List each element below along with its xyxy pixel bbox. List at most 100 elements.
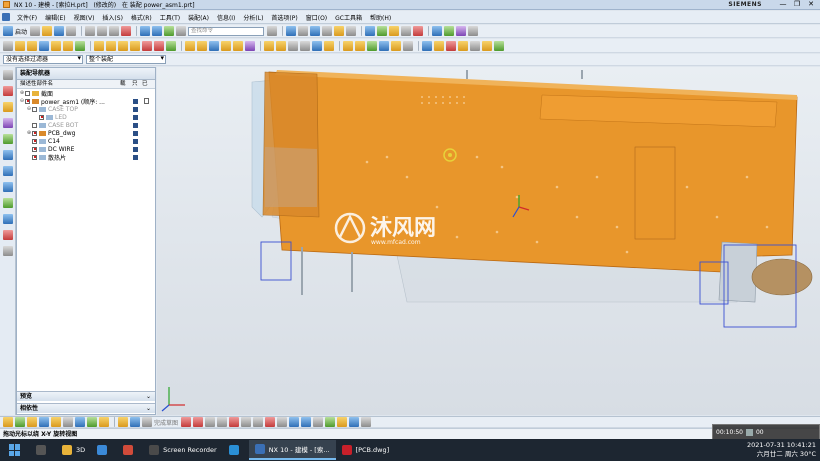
chamfer-icon[interactable] xyxy=(277,417,288,427)
system-scenes-tab-icon[interactable] xyxy=(3,246,13,256)
tree-row[interactable]: LED xyxy=(17,113,155,121)
copy-icon[interactable] xyxy=(97,26,108,36)
paste-icon[interactable] xyxy=(109,26,120,36)
start-button-label[interactable]: 启动 xyxy=(15,27,27,36)
pocket-icon[interactable] xyxy=(63,40,73,51)
visibility-checkbox[interactable] xyxy=(25,98,30,104)
new-file-icon[interactable] xyxy=(30,26,41,36)
start-icon[interactable] xyxy=(3,26,13,36)
make-corner-icon[interactable] xyxy=(253,417,264,427)
unite-icon[interactable] xyxy=(142,40,152,51)
visibility-checkbox[interactable] xyxy=(39,114,44,120)
history-tab-icon[interactable] xyxy=(3,182,13,192)
resize-blend-icon[interactable] xyxy=(470,40,480,51)
constraint-navigator-tab-icon[interactable] xyxy=(3,118,13,128)
selection-scope-dropdown[interactable]: 整个装配 xyxy=(86,55,166,64)
visibility-checkbox[interactable] xyxy=(25,90,30,96)
exploded-view-icon[interactable] xyxy=(391,40,401,51)
command-search-input[interactable]: 查找命令 xyxy=(188,26,265,36)
project-curve-icon[interactable] xyxy=(39,417,49,427)
geometric-constraints-icon[interactable] xyxy=(313,417,324,427)
menu-window[interactable]: 窗口(O) xyxy=(302,13,331,22)
pan-icon[interactable] xyxy=(322,26,333,36)
sketch-icon[interactable] xyxy=(3,40,13,51)
column-header-loaded[interactable]: 载 xyxy=(117,80,129,88)
redo-icon[interactable] xyxy=(152,26,163,36)
spline-icon[interactable] xyxy=(87,417,97,427)
system-materials-tab-icon[interactable] xyxy=(3,198,13,208)
menu-format[interactable]: 格式(R) xyxy=(127,13,156,22)
mirror-feature-icon[interactable] xyxy=(245,40,255,51)
taskbar-app-4[interactable] xyxy=(223,440,249,460)
tree-row[interactable]: DC WIRE xyxy=(17,145,155,153)
mirror-assembly-icon[interactable] xyxy=(379,40,389,51)
sphere-icon[interactable] xyxy=(130,40,140,51)
menu-insert[interactable]: 插入(S) xyxy=(98,13,127,22)
tree-row[interactable]: C14 xyxy=(17,137,155,145)
draft-icon[interactable] xyxy=(221,40,231,51)
circle-icon[interactable] xyxy=(205,417,216,427)
part-navigator-tab-icon[interactable] xyxy=(3,102,13,112)
column-header-name[interactable]: 描述性部件名 xyxy=(17,80,117,88)
visibility-checkbox[interactable] xyxy=(32,138,37,144)
menu-preferences[interactable]: 首选项(P) xyxy=(267,13,301,22)
tree-row[interactable]: CASE BOT xyxy=(17,121,155,129)
process-studio-tab-icon[interactable] xyxy=(3,214,13,224)
rotate-view-icon[interactable] xyxy=(310,26,321,36)
extrude-icon[interactable] xyxy=(15,40,25,51)
chevron-down-icon[interactable]: ⌄ xyxy=(146,392,151,402)
search-icon[interactable] xyxy=(267,26,278,36)
quick-extend-icon[interactable] xyxy=(241,417,252,427)
rapid-dimension-icon[interactable] xyxy=(301,417,312,427)
layer-settings-icon[interactable] xyxy=(377,26,388,36)
menu-view[interactable]: 视图(V) xyxy=(70,13,99,22)
task-view-button[interactable] xyxy=(30,440,56,460)
curve-icon[interactable] xyxy=(15,417,25,427)
finish-sketch-label[interactable]: 完成草图 xyxy=(154,418,178,427)
trim-body-icon[interactable] xyxy=(264,40,274,51)
replace-face-icon[interactable] xyxy=(458,40,468,51)
cylinder-icon[interactable] xyxy=(106,40,116,51)
fit-view-icon[interactable] xyxy=(286,26,297,36)
tree-row[interactable]: ⊖ power_asm1 (顺序: ... xyxy=(17,97,155,106)
datum-plane-icon[interactable] xyxy=(288,40,298,51)
menu-info[interactable]: 信息(I) xyxy=(213,13,239,22)
zoom-icon[interactable] xyxy=(298,26,309,36)
menu-file[interactable]: 文件(F) xyxy=(13,13,41,22)
tree-row[interactable]: 散热片 xyxy=(17,153,155,162)
open-folder-icon[interactable] xyxy=(42,26,53,36)
taskbar-app-0[interactable]: 3D xyxy=(56,440,91,460)
taskbar-app-3[interactable]: Screen Recorder xyxy=(143,440,223,460)
menu-edit[interactable]: 编辑(E) xyxy=(41,13,69,22)
boss-icon[interactable] xyxy=(51,40,61,51)
settings-icon[interactable] xyxy=(3,70,13,80)
datum-csys-icon[interactable] xyxy=(312,40,322,51)
pull-face-icon[interactable] xyxy=(482,40,492,51)
menu-assembly[interactable]: 装配(A) xyxy=(184,13,213,22)
display-constraints-icon[interactable] xyxy=(337,417,348,427)
menu-tools[interactable]: 工具(T) xyxy=(156,13,184,22)
shell-icon[interactable] xyxy=(209,40,219,51)
visibility-checkbox[interactable] xyxy=(32,106,37,112)
finish-sketch-icon[interactable] xyxy=(142,417,152,427)
subtract-icon[interactable] xyxy=(154,40,164,51)
menu-start-icon[interactable] xyxy=(2,13,10,21)
line-icon[interactable] xyxy=(193,417,204,427)
chamfer-icon[interactable] xyxy=(197,40,207,51)
menu-gc-toolbox[interactable]: GC工具箱 xyxy=(331,13,366,22)
chevron-down-icon[interactable]: ⌄ xyxy=(146,404,151,414)
menu-analysis[interactable]: 分析(L) xyxy=(239,13,267,22)
visibility-checkbox[interactable] xyxy=(32,122,37,128)
section-view-icon[interactable] xyxy=(413,26,424,36)
pattern-feature-icon[interactable] xyxy=(233,40,243,51)
wireframe-view-icon[interactable] xyxy=(346,26,357,36)
type-filter-dropdown[interactable]: 没有选择过滤器 xyxy=(3,55,83,64)
revolve-icon[interactable] xyxy=(27,40,37,51)
more-tools-icon[interactable] xyxy=(494,40,504,51)
stop-recording-icon[interactable] xyxy=(745,428,753,436)
quick-trim-icon[interactable] xyxy=(229,417,240,427)
sketch-icon[interactable] xyxy=(3,417,13,427)
alternate-solution-icon[interactable] xyxy=(361,417,372,427)
block-icon[interactable] xyxy=(94,40,104,51)
show-hide-icon[interactable] xyxy=(389,26,400,36)
